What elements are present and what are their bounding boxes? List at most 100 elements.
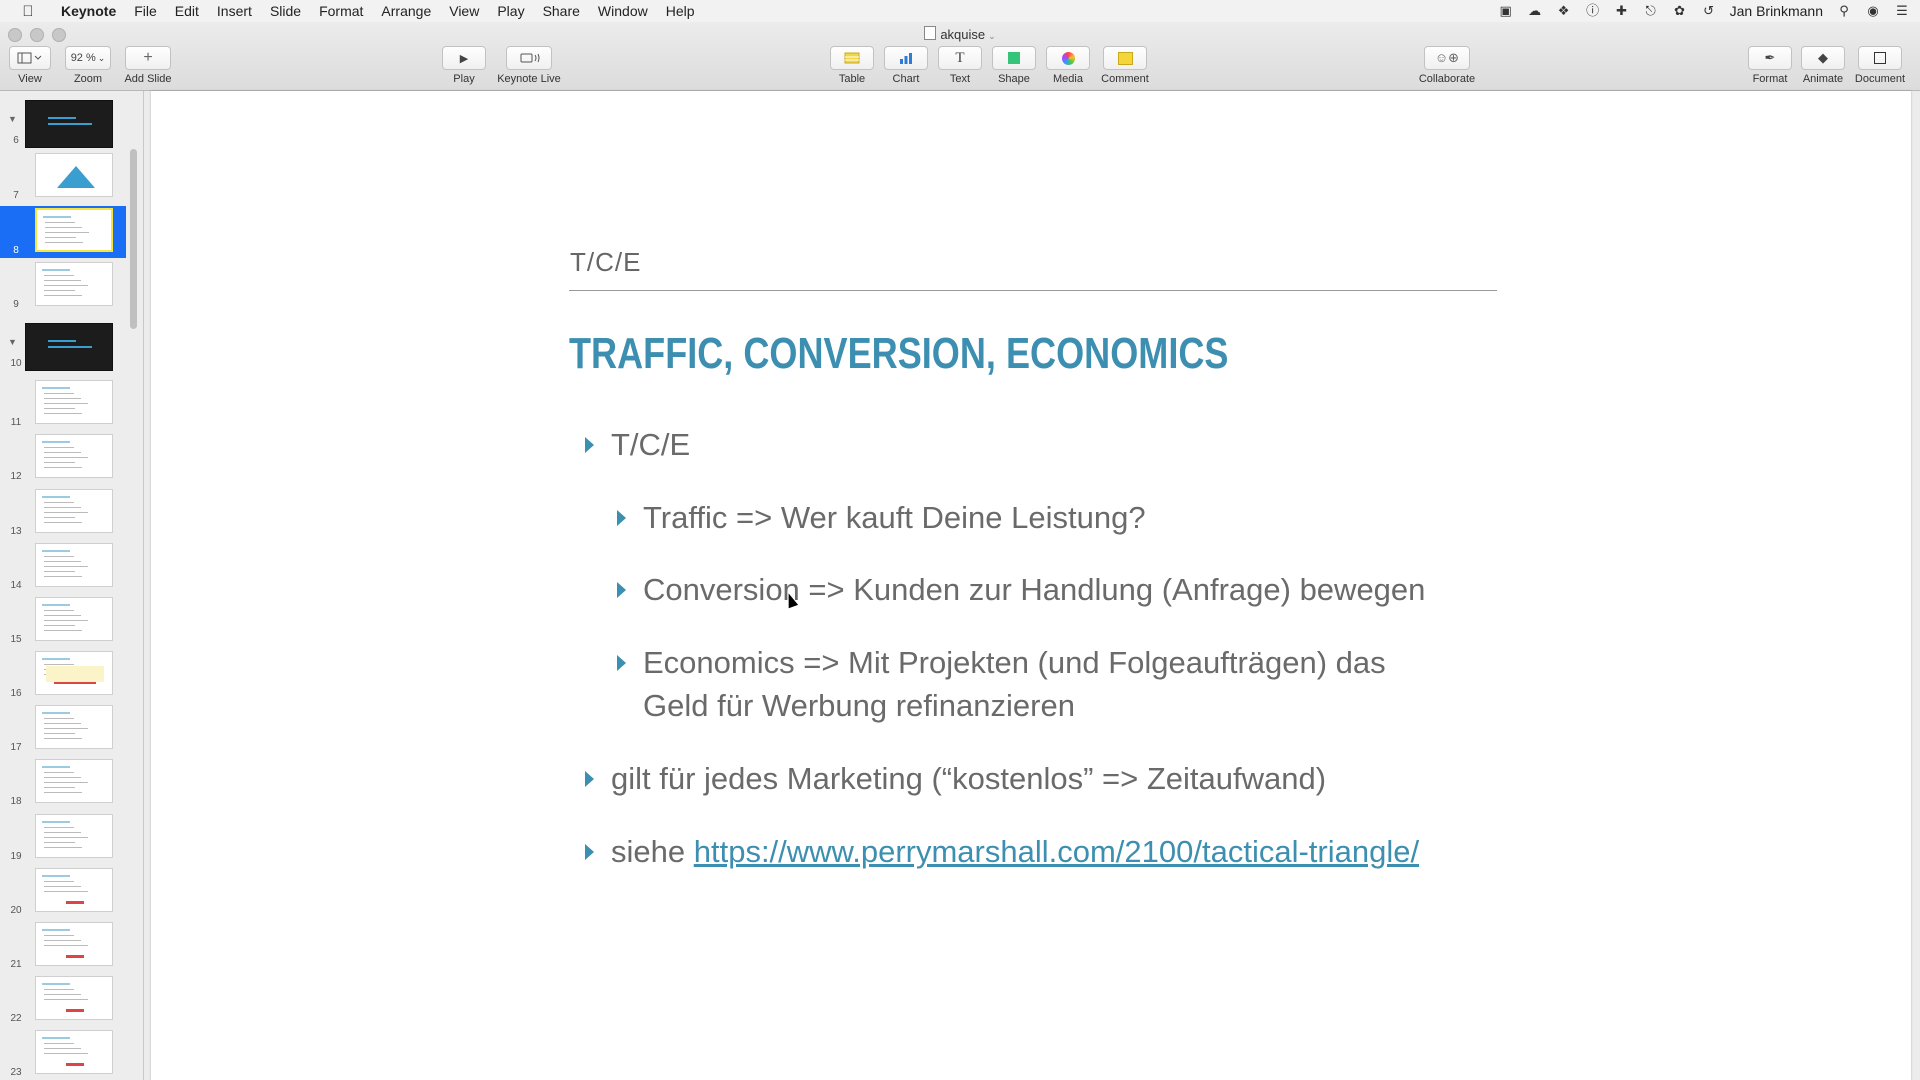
- menu-share[interactable]: Share: [534, 0, 589, 22]
- leaf-icon[interactable]: ✿: [1672, 3, 1688, 19]
- dropbox-icon[interactable]: ❖: [1556, 3, 1572, 19]
- slide-thumbnail-row[interactable]: 23: [0, 1028, 126, 1080]
- table-button[interactable]: [830, 46, 874, 70]
- comment-button[interactable]: [1103, 46, 1147, 70]
- slide-thumbnail-row[interactable]: 8: [0, 206, 126, 258]
- slide-thumbnail[interactable]: [35, 597, 113, 641]
- add-slide-button[interactable]: +: [125, 46, 171, 70]
- keynote-live-tool[interactable]: Keynote Live: [493, 46, 565, 85]
- navigator-scrollbar[interactable]: [130, 149, 137, 329]
- menu-arrange[interactable]: Arrange: [372, 0, 440, 22]
- slide-thumbnail[interactable]: [35, 434, 113, 478]
- slide-thumbnail-row[interactable]: 7: [0, 151, 126, 203]
- media-button[interactable]: [1046, 46, 1090, 70]
- bullet-conversion[interactable]: Conversion => Kunden zur Handlung (Anfra…: [617, 568, 1425, 611]
- slide-thumbnail-row[interactable]: 15: [0, 595, 126, 647]
- menu-edit[interactable]: Edit: [166, 0, 208, 22]
- apple-menu-icon[interactable]: : [18, 3, 38, 20]
- zoom-select[interactable]: 92 % ⌄: [65, 46, 111, 70]
- disclosure-triangle-icon[interactable]: ▼: [8, 114, 17, 124]
- slide-thumbnail[interactable]: [35, 489, 113, 533]
- slide-thumbnail-row[interactable]: ▼ 10: [0, 319, 126, 371]
- slide-thumbnail-row[interactable]: 14: [0, 541, 126, 593]
- slide-thumbnail-row[interactable]: 11: [0, 378, 126, 430]
- slide-navigator[interactable]: ▼ 6 7 8 9 ▼ 10 11 12 13 14 15 16 17 18 19 20 21 22 23: [0, 91, 144, 1080]
- media-tool[interactable]: Media: [1046, 46, 1090, 85]
- menu-slide[interactable]: Slide: [261, 0, 310, 22]
- slide-thumbnail[interactable]: [35, 208, 113, 252]
- chart-button[interactable]: [884, 46, 928, 70]
- shape-button[interactable]: [992, 46, 1036, 70]
- slide-title[interactable]: TRAFFIC, CONVERSION, ECONOMICS: [569, 329, 1228, 379]
- slide-thumbnail[interactable]: [35, 380, 113, 424]
- menu-play[interactable]: Play: [488, 0, 533, 22]
- slide-thumbnail-row[interactable]: 21: [0, 920, 126, 972]
- disclosure-triangle-icon[interactable]: ▼: [8, 337, 17, 347]
- collaborate-tool[interactable]: ☺⊕ Collaborate: [1414, 46, 1480, 85]
- document-button[interactable]: [1858, 46, 1902, 70]
- slide-thumbnail-row[interactable]: 16: [0, 649, 126, 701]
- table-tool[interactable]: Table: [830, 46, 874, 85]
- screen-record-icon[interactable]: ▣: [1498, 3, 1514, 19]
- add-slide-tool[interactable]: + Add Slide: [122, 46, 174, 85]
- slide-thumbnail[interactable]: [35, 1030, 113, 1074]
- bullet-traffic[interactable]: Traffic => Wer kauft Deine Leistung?: [617, 496, 1146, 539]
- comment-tool[interactable]: Comment: [1098, 46, 1152, 85]
- play-button[interactable]: ▶: [442, 46, 486, 70]
- time-machine-icon[interactable]: ↺: [1701, 3, 1717, 19]
- slide-thumbnail-row[interactable]: 13: [0, 487, 126, 539]
- slide-thumbnail[interactable]: [35, 262, 113, 306]
- slide-thumbnail-row[interactable]: 22: [0, 974, 126, 1026]
- slide-thumbnail-row[interactable]: 17: [0, 703, 126, 755]
- bullet-reference[interactable]: siehe https://www.perrymarshall.com/2100…: [585, 830, 1419, 873]
- slide-thumbnail[interactable]: [35, 868, 113, 912]
- slide-canvas[interactable]: T/C/E TRAFFIC, CONVERSION, ECONOMICS T/C…: [151, 91, 1911, 1080]
- spotlight-search-icon[interactable]: ⚲: [1836, 3, 1852, 19]
- slide-thumbnail-row[interactable]: 20: [0, 866, 126, 918]
- plus-cross-icon[interactable]: ✚: [1614, 3, 1630, 19]
- notification-bell-icon[interactable]: ⎋: [1643, 3, 1659, 19]
- slide-thumbnail[interactable]: [35, 651, 113, 695]
- collaborate-button[interactable]: ☺⊕: [1424, 46, 1470, 70]
- slide-thumbnail[interactable]: [35, 759, 113, 803]
- bullet-economics-continuation[interactable]: Geld für Werbung refinanzieren: [643, 684, 1075, 727]
- document-title[interactable]: akquise ⌄: [0, 26, 1920, 42]
- text-button[interactable]: T: [938, 46, 982, 70]
- keynote-live-button[interactable]: [506, 46, 552, 70]
- document-tool[interactable]: Document: [1852, 46, 1908, 85]
- text-tool[interactable]: T Text: [938, 46, 982, 85]
- animate-button[interactable]: ◆: [1801, 46, 1845, 70]
- slide-thumbnail[interactable]: [35, 543, 113, 587]
- menu-help[interactable]: Help: [657, 0, 704, 22]
- view-button[interactable]: [9, 46, 51, 70]
- user-name[interactable]: Jan Brinkmann: [1730, 3, 1823, 19]
- menu-format[interactable]: Format: [310, 0, 372, 22]
- slide-thumbnail-row[interactable]: 18: [0, 757, 126, 809]
- chart-tool[interactable]: Chart: [884, 46, 928, 85]
- password-manager-icon[interactable]: ⓘ: [1585, 3, 1601, 19]
- slide-thumbnail-row[interactable]: 9: [0, 260, 126, 312]
- slide-thumbnail[interactable]: [35, 976, 113, 1020]
- view-tool[interactable]: View: [8, 46, 52, 85]
- menu-window[interactable]: Window: [589, 0, 657, 22]
- bullet-marketing[interactable]: gilt für jedes Marketing (“kostenlos” =>…: [585, 757, 1326, 800]
- menu-view[interactable]: View: [440, 0, 488, 22]
- shape-tool[interactable]: Shape: [992, 46, 1036, 85]
- slide-thumbnail-row[interactable]: ▼ 6: [0, 96, 126, 148]
- slide-thumbnail-row[interactable]: 19: [0, 812, 126, 864]
- slide-subtitle[interactable]: T/C/E: [570, 247, 641, 278]
- play-tool[interactable]: ▶ Play: [441, 46, 487, 85]
- animate-tool[interactable]: ◆ Animate: [1800, 46, 1846, 85]
- format-tool[interactable]: ✒ Format: [1748, 46, 1792, 85]
- slide-thumbnail[interactable]: [25, 100, 113, 148]
- slide-thumbnail[interactable]: [35, 814, 113, 858]
- reference-link[interactable]: https://www.perrymarshall.com/2100/tacti…: [694, 834, 1419, 869]
- format-button[interactable]: ✒: [1748, 46, 1792, 70]
- creative-cloud-icon[interactable]: ☁: [1527, 3, 1543, 19]
- slide-thumbnail[interactable]: [25, 323, 113, 371]
- menu-insert[interactable]: Insert: [208, 0, 261, 22]
- bullet-tce[interactable]: T/C/E: [585, 423, 690, 466]
- slide-thumbnail[interactable]: [35, 153, 113, 197]
- slide-thumbnail-row[interactable]: 12: [0, 432, 126, 484]
- notification-center-icon[interactable]: ☰: [1894, 3, 1910, 19]
